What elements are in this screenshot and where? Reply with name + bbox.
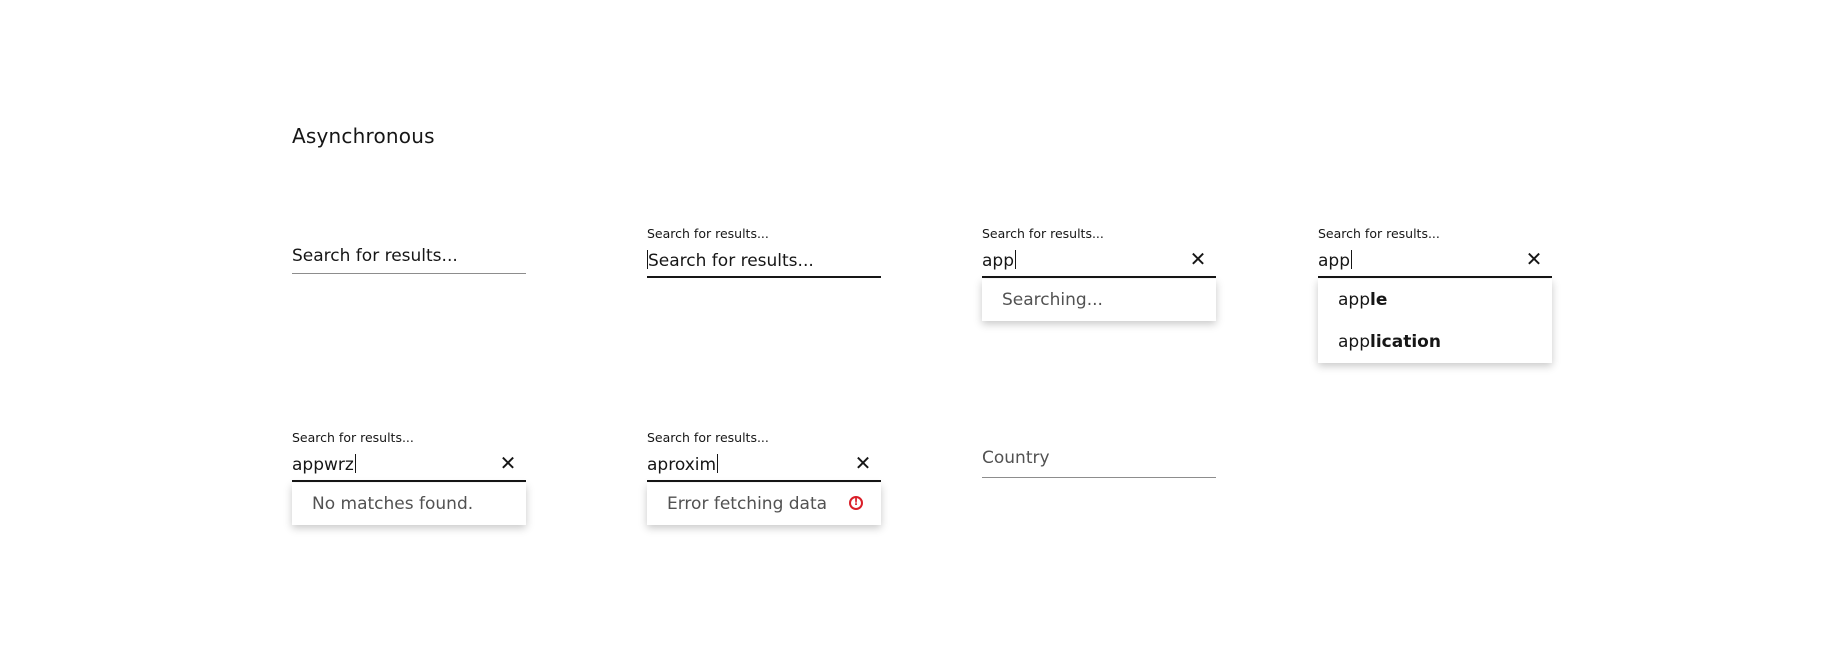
search-input[interactable]: app ✕ bbox=[982, 236, 1216, 278]
no-matches-status: No matches found. bbox=[312, 494, 474, 514]
search-value: app bbox=[1318, 250, 1352, 271]
search-field-focused[interactable]: Search for results... Search for results… bbox=[647, 226, 881, 278]
search-value: aproxim bbox=[647, 454, 719, 475]
error-status: Error fetching data ! bbox=[647, 483, 881, 525]
dropdown-menu: Error fetching data ! bbox=[647, 483, 881, 525]
text-caret bbox=[1351, 250, 1352, 269]
search-field-no-match[interactable]: Search for results... appwrz ✕ No matche… bbox=[292, 430, 526, 530]
search-field-error[interactable]: Search for results... aproxim ✕ Error fe… bbox=[647, 430, 881, 530]
search-field-empty[interactable]: Search for results... bbox=[292, 232, 526, 276]
close-icon[interactable]: ✕ bbox=[1524, 249, 1544, 269]
text-caret bbox=[1015, 250, 1016, 269]
search-value: app bbox=[982, 250, 1016, 271]
list-item-application[interactable]: application bbox=[1318, 321, 1552, 363]
search-input[interactable]: app ✕ bbox=[1318, 236, 1552, 278]
search-input[interactable]: Search for results... bbox=[292, 232, 526, 274]
search-field-results[interactable]: Search for results... app ✕ apple applic… bbox=[1318, 226, 1552, 376]
search-input[interactable]: Search for results... bbox=[647, 236, 881, 278]
dropdown-menu: No matches found. bbox=[292, 483, 526, 525]
close-icon[interactable]: ✕ bbox=[1188, 249, 1208, 269]
dropdown-menu: Searching... bbox=[982, 279, 1216, 321]
dropdown-menu: apple application bbox=[1318, 279, 1552, 363]
country-field[interactable]: Country bbox=[982, 436, 1216, 480]
text-caret bbox=[354, 454, 356, 473]
close-icon[interactable]: ✕ bbox=[853, 453, 873, 473]
error-circle-icon: ! bbox=[849, 496, 863, 510]
search-field-searching[interactable]: Search for results... app ✕ Searching... bbox=[982, 226, 1216, 346]
search-placeholder: Search for results... bbox=[647, 250, 814, 271]
search-placeholder: Search for results... bbox=[292, 246, 458, 266]
country-placeholder: Country bbox=[982, 448, 1050, 468]
country-input[interactable]: Country bbox=[982, 436, 1216, 478]
search-input[interactable]: aproxim ✕ bbox=[647, 440, 881, 482]
text-caret bbox=[717, 454, 719, 473]
searching-status: Searching... bbox=[1002, 290, 1103, 310]
close-icon[interactable]: ✕ bbox=[498, 453, 518, 473]
search-value: appwrz bbox=[292, 454, 356, 475]
search-input[interactable]: appwrz ✕ bbox=[292, 440, 526, 482]
list-item-apple[interactable]: apple bbox=[1318, 279, 1552, 321]
section-title: Asynchronous bbox=[292, 124, 435, 148]
